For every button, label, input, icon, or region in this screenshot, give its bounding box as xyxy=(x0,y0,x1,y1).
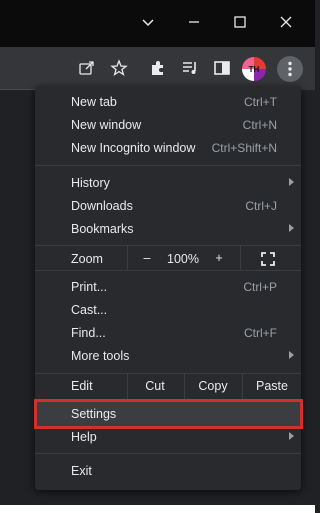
menu-item-label: Help xyxy=(71,430,97,444)
submenu-arrow-icon xyxy=(289,224,294,232)
menu-item-more-tools[interactable]: More tools xyxy=(35,345,301,368)
menu-item-downloads[interactable]: Downloads Ctrl+J xyxy=(35,195,301,218)
share-icon[interactable] xyxy=(75,56,99,80)
menu-item-label: Bookmarks xyxy=(71,222,134,236)
menu-item-print[interactable]: Print... Ctrl+P xyxy=(35,276,301,299)
menu-item-shortcut: Ctrl+N xyxy=(242,118,277,132)
bookmark-star-icon[interactable] xyxy=(107,56,131,80)
chrome-main-menu: New tab Ctrl+T New window Ctrl+N New Inc… xyxy=(35,86,301,490)
menu-item-history[interactable]: History xyxy=(35,172,301,195)
maximize-button[interactable] xyxy=(228,10,252,34)
menu-separator xyxy=(35,245,301,246)
menu-item-bookmarks[interactable]: Bookmarks xyxy=(35,218,301,241)
menu-item-shortcut: Ctrl+J xyxy=(245,199,277,213)
menu-item-exit[interactable]: Exit xyxy=(35,460,301,483)
menu-item-label: Downloads xyxy=(71,199,133,213)
zoom-level-value: 100% xyxy=(167,252,199,266)
puzzle-icon[interactable] xyxy=(146,56,170,80)
avatar-initials: TH xyxy=(248,64,260,74)
menu-item-label: New Incognito window xyxy=(71,141,196,155)
menu-item-shortcut: Ctrl+F xyxy=(244,326,277,340)
zoom-in-button[interactable]: + xyxy=(211,251,227,265)
content-divider xyxy=(0,89,35,90)
bottom-edge xyxy=(0,505,315,513)
side-panel-icon[interactable] xyxy=(210,56,234,80)
close-button[interactable] xyxy=(274,10,298,34)
submenu-arrow-icon xyxy=(289,432,294,440)
edit-label: Edit xyxy=(71,379,93,393)
submenu-arrow-icon xyxy=(289,178,294,186)
zoom-divider xyxy=(240,246,241,270)
menu-item-label: More tools xyxy=(71,349,130,363)
tab-search-dropdown-icon[interactable] xyxy=(136,10,160,34)
menu-item-shortcut: Ctrl+Shift+N xyxy=(211,141,277,155)
menu-item-cast[interactable]: Cast... xyxy=(35,299,301,322)
menu-item-new-window[interactable]: New window Ctrl+N xyxy=(35,114,301,137)
zoom-label: Zoom xyxy=(71,252,103,266)
menu-separator xyxy=(35,270,301,271)
menu-separator xyxy=(35,373,301,374)
menu-item-label: Find... xyxy=(71,326,106,340)
menu-item-label: New tab xyxy=(71,95,117,109)
media-list-icon[interactable] xyxy=(178,56,202,80)
menu-item-find[interactable]: Find... Ctrl+F xyxy=(35,322,301,345)
menu-item-label: Cast... xyxy=(71,303,108,317)
menu-item-shortcut: Ctrl+T xyxy=(244,95,277,109)
fullscreen-icon[interactable] xyxy=(261,252,275,271)
kebab-menu-icon xyxy=(288,61,292,77)
title-bar xyxy=(0,0,315,47)
menu-item-shortcut: Ctrl+P xyxy=(243,280,277,294)
menu-item-label: New window xyxy=(71,118,142,132)
kebab-menu-button[interactable] xyxy=(277,56,303,82)
minimize-button[interactable] xyxy=(182,10,206,34)
menu-item-label: Exit xyxy=(71,464,92,478)
menu-item-label: History xyxy=(71,176,110,190)
copy-button[interactable]: Copy xyxy=(185,379,241,393)
settings-annotation-box xyxy=(34,399,303,429)
menu-item-new-tab[interactable]: New tab Ctrl+T xyxy=(35,91,301,114)
zoom-out-button[interactable]: – xyxy=(138,251,156,265)
menu-item-help[interactable]: Help xyxy=(35,426,301,449)
zoom-divider xyxy=(127,246,128,270)
cut-button[interactable]: Cut xyxy=(128,379,182,393)
paste-button[interactable]: Paste xyxy=(243,379,301,393)
browser-toolbar xyxy=(0,47,315,90)
submenu-arrow-icon xyxy=(289,351,294,359)
menu-item-label: Print... xyxy=(71,280,108,294)
menu-separator xyxy=(35,165,301,166)
menu-item-new-incognito-window[interactable]: New Incognito window Ctrl+Shift+N xyxy=(35,137,301,160)
profile-avatar[interactable]: TH xyxy=(242,57,266,81)
menu-separator xyxy=(35,453,301,454)
